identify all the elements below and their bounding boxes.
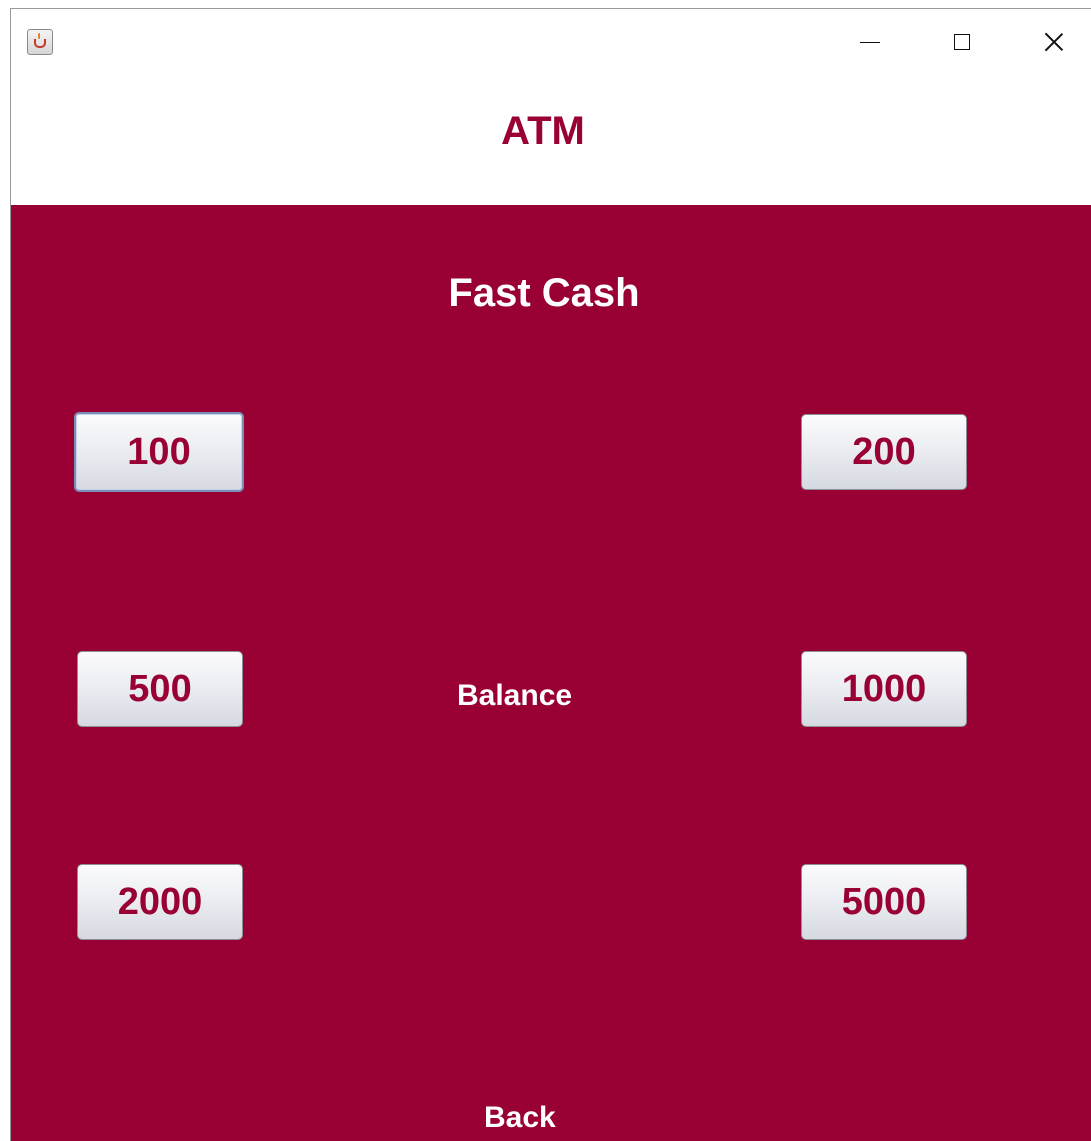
app-window: ATM Fast Cash 100 200 500 1000 2000 5000… (10, 8, 1091, 1141)
back-button[interactable]: Back (484, 1101, 556, 1135)
amount-5000-button[interactable]: 5000 (801, 864, 967, 940)
panel-title: Fast Cash (448, 271, 640, 315)
close-button[interactable] (1031, 19, 1077, 65)
amount-2000-button[interactable]: 2000 (77, 864, 243, 940)
header: ATM (11, 73, 1091, 205)
title-bar (11, 9, 1091, 73)
minimize-icon (860, 41, 880, 43)
amount-200-button[interactable]: 200 (801, 414, 967, 490)
maximize-button[interactable] (939, 19, 985, 65)
fast-cash-panel: Fast Cash 100 200 500 1000 2000 5000 Bal… (11, 205, 1091, 1141)
amount-1000-button[interactable]: 1000 (801, 651, 967, 727)
cup-glyph (34, 39, 46, 48)
amount-100-button[interactable]: 100 (74, 412, 244, 492)
page-title: ATM (501, 109, 585, 153)
close-icon (1044, 32, 1064, 52)
balance-button[interactable]: Balance (457, 679, 572, 713)
maximize-icon (954, 34, 970, 50)
minimize-button[interactable] (847, 19, 893, 65)
java-cup-icon[interactable] (27, 29, 53, 55)
amount-500-button[interactable]: 500 (77, 651, 243, 727)
